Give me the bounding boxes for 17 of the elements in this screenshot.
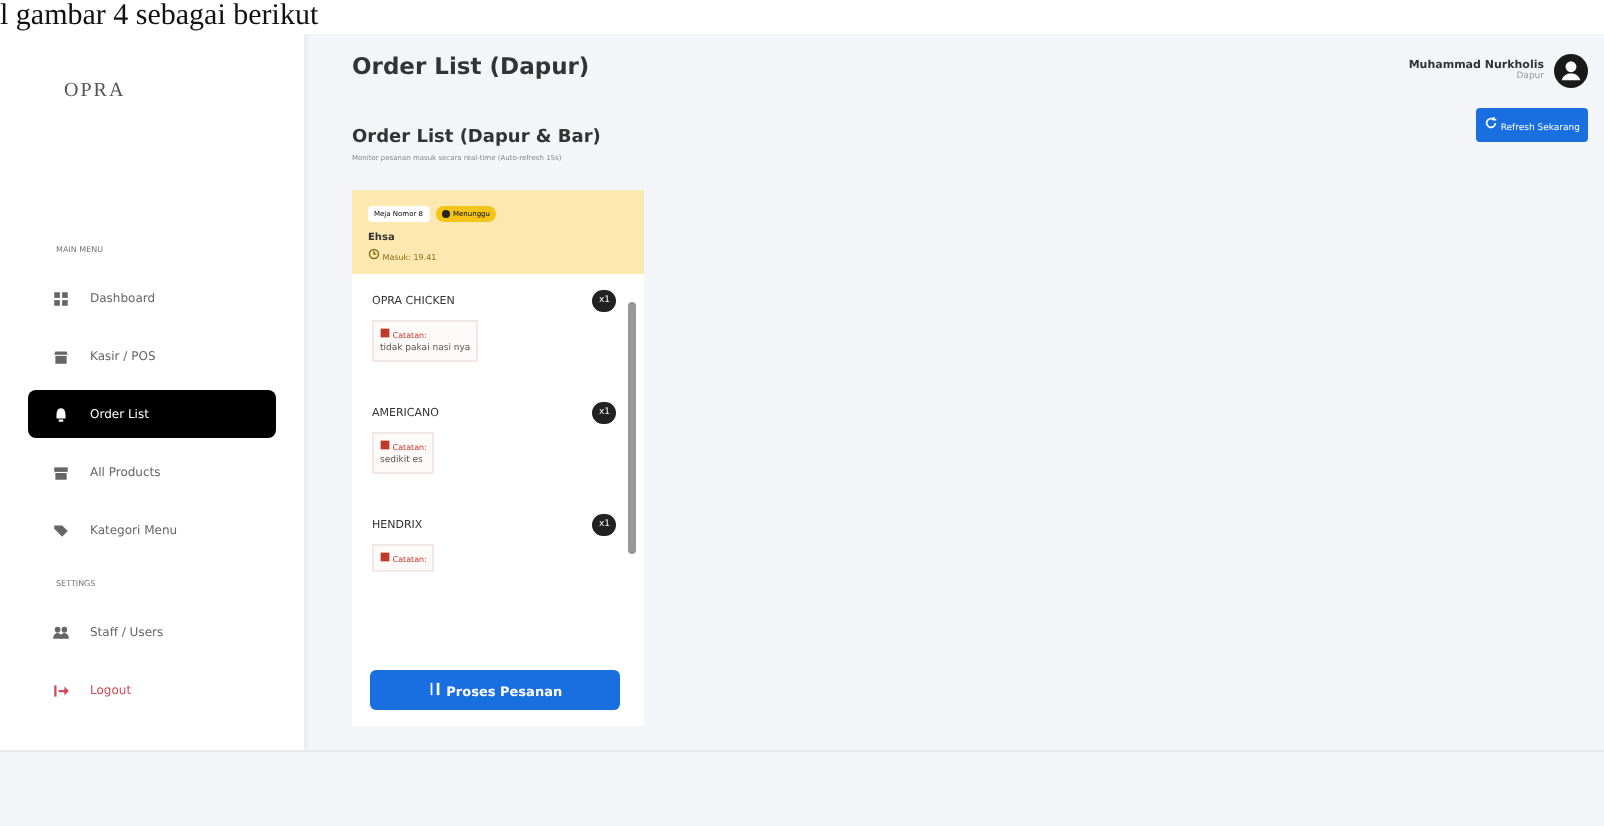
section-title: Order List (Dapur & Bar): [352, 128, 601, 148]
bell-icon: [52, 405, 70, 423]
grid-icon: [52, 289, 70, 307]
users-icon: [52, 623, 70, 641]
refresh-icon: [1483, 116, 1498, 130]
store-icon: [52, 347, 70, 365]
note-icon: [380, 440, 390, 450]
user-avatar-icon[interactable]: [1554, 54, 1588, 88]
note-icon: [380, 328, 390, 338]
clock-icon: [368, 248, 380, 260]
page-title: Order List (Dapur): [352, 52, 590, 80]
logout-icon: [52, 681, 70, 699]
logo: OPRA: [64, 80, 128, 106]
tag-icon: [52, 521, 70, 539]
box-icon: [52, 463, 70, 481]
document-text: l gambar 4 sebagai berikut: [0, 0, 321, 34]
note-icon: [380, 552, 390, 562]
